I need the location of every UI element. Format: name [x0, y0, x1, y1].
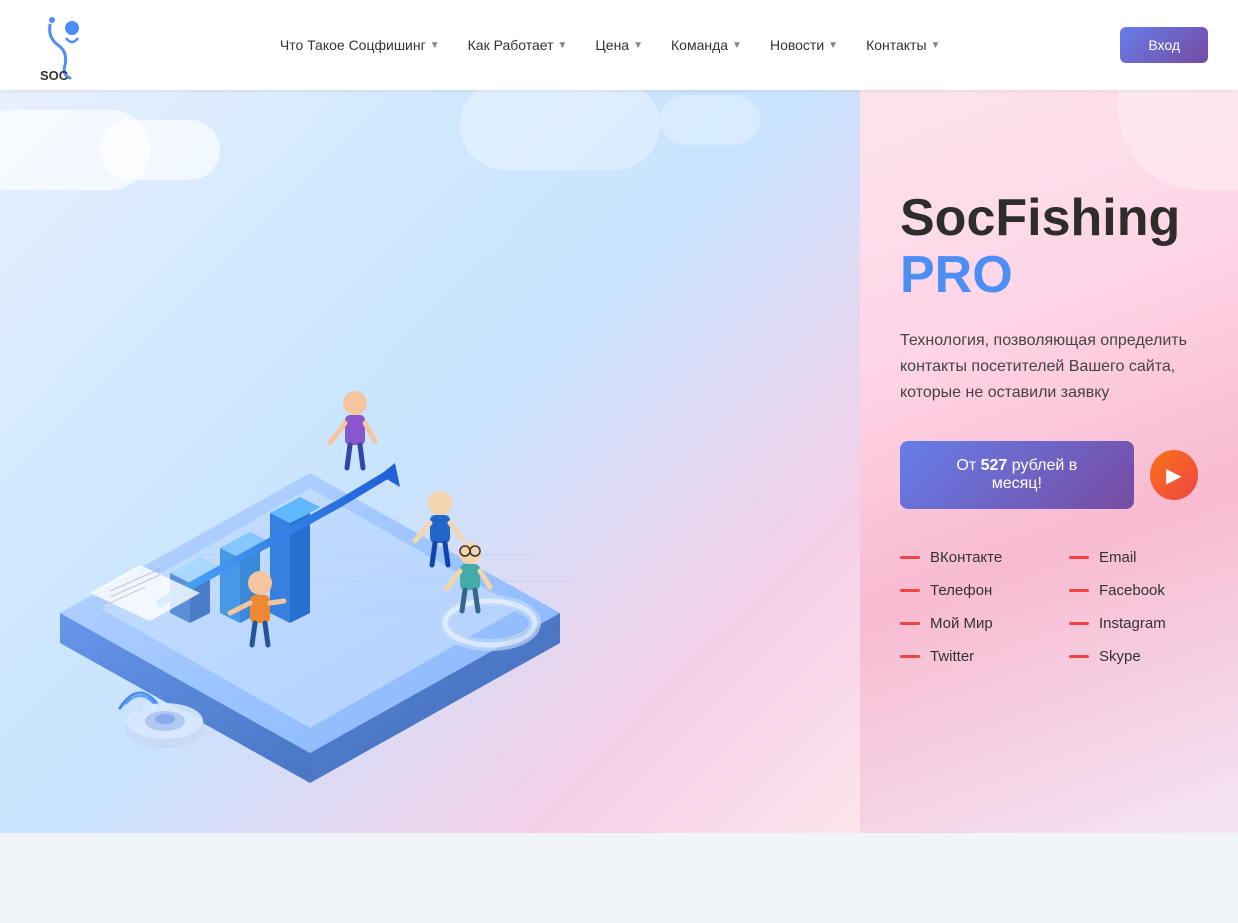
- cta-prefix: От: [956, 457, 980, 474]
- service-label-skype: Skype: [1099, 648, 1141, 665]
- nav-label-how: Как Работает: [468, 37, 554, 53]
- chevron-down-icon: ▼: [558, 40, 568, 51]
- service-col-2: Email Facebook Instagram Skype: [1069, 549, 1198, 665]
- chevron-down-icon: ▼: [732, 40, 742, 51]
- hero-title-pro: PRO: [900, 246, 1013, 304]
- service-label-twitter: Twitter: [930, 648, 974, 665]
- hero-section: SocFishing PRO Технология, позволяющая о…: [0, 90, 1238, 833]
- services-grid: ВКонтакте Телефон Мой Мир Twitter: [900, 549, 1198, 665]
- nav-label-what: Что Такое Соцфишинг: [280, 37, 426, 53]
- play-button[interactable]: ▶: [1150, 450, 1198, 500]
- corner-decoration: [1118, 90, 1238, 190]
- service-label-phone: Телефон: [930, 582, 992, 599]
- service-label-mymix: Мой Мир: [930, 615, 993, 632]
- service-dash: [1069, 655, 1089, 658]
- nav-label-news: Новости: [770, 37, 824, 53]
- hero-subtitle: Технология, позволяющая определить конта…: [900, 328, 1198, 405]
- hero-title-part1: SocFish: [900, 189, 1102, 247]
- nav-item-what[interactable]: Что Такое Соцфишинг ▼: [268, 29, 452, 61]
- isometric-illustration: [0, 193, 620, 833]
- chevron-down-icon: ▼: [828, 40, 838, 51]
- hero-illustration-panel: [0, 90, 860, 833]
- service-item-skype: Skype: [1069, 648, 1198, 665]
- logo[interactable]: SOC FISHING: [30, 10, 100, 80]
- chevron-down-icon: ▼: [430, 40, 440, 51]
- service-item-facebook: Facebook: [1069, 582, 1198, 599]
- service-dash: [900, 556, 920, 559]
- service-item-instagram: Instagram: [1069, 615, 1198, 632]
- nav-item-price[interactable]: Цена ▼: [583, 29, 655, 61]
- chevron-down-icon: ▼: [633, 40, 643, 51]
- service-dash: [1069, 556, 1089, 559]
- main-nav: Что Такое Соцфишинг ▼ Как Работает ▼ Цен…: [100, 29, 1120, 61]
- chevron-down-icon: ▼: [931, 40, 941, 51]
- service-item-phone: Телефон: [900, 582, 1029, 599]
- login-button[interactable]: Вход: [1120, 27, 1208, 63]
- service-dash: [1069, 622, 1089, 625]
- svg-text:SOC: SOC: [40, 68, 69, 80]
- cta-row: От 527 рублей в месяц! ▶: [900, 441, 1198, 509]
- nav-item-contacts[interactable]: Контакты ▼: [854, 29, 952, 61]
- service-dash: [900, 655, 920, 658]
- header: SOC FISHING Что Такое Соцфишинг ▼ Как Ра…: [0, 0, 1238, 90]
- nav-label-contacts: Контакты: [866, 37, 926, 53]
- nav-item-how[interactable]: Как Работает ▼: [456, 29, 580, 61]
- hero-content-panel: SocFishing PRO Технология, позволяющая о…: [860, 90, 1238, 833]
- service-label-vk: ВКонтакте: [930, 549, 1002, 566]
- nav-label-price: Цена: [595, 37, 629, 53]
- cta-price: 527: [981, 457, 1008, 474]
- hero-title-part2: ing: [1102, 189, 1180, 247]
- hero-title: SocFishing PRO: [900, 190, 1198, 304]
- service-item-twitter: Twitter: [900, 648, 1029, 665]
- service-item-vk: ВКонтакте: [900, 549, 1029, 566]
- nav-item-team[interactable]: Команда ▼: [659, 29, 754, 61]
- service-item-mymix: Мой Мир: [900, 615, 1029, 632]
- nav-item-news[interactable]: Новости ▼: [758, 29, 850, 61]
- service-label-facebook: Facebook: [1099, 582, 1165, 599]
- play-icon: ▶: [1166, 463, 1181, 488]
- service-dash: [900, 622, 920, 625]
- cta-button[interactable]: От 527 рублей в месяц!: [900, 441, 1134, 509]
- service-label-email: Email: [1099, 549, 1137, 566]
- nav-label-team: Команда: [671, 37, 728, 53]
- service-dash: [1069, 589, 1089, 592]
- service-label-instagram: Instagram: [1099, 615, 1166, 632]
- service-item-email: Email: [1069, 549, 1198, 566]
- service-col-1: ВКонтакте Телефон Мой Мир Twitter: [900, 549, 1029, 665]
- service-dash: [900, 589, 920, 592]
